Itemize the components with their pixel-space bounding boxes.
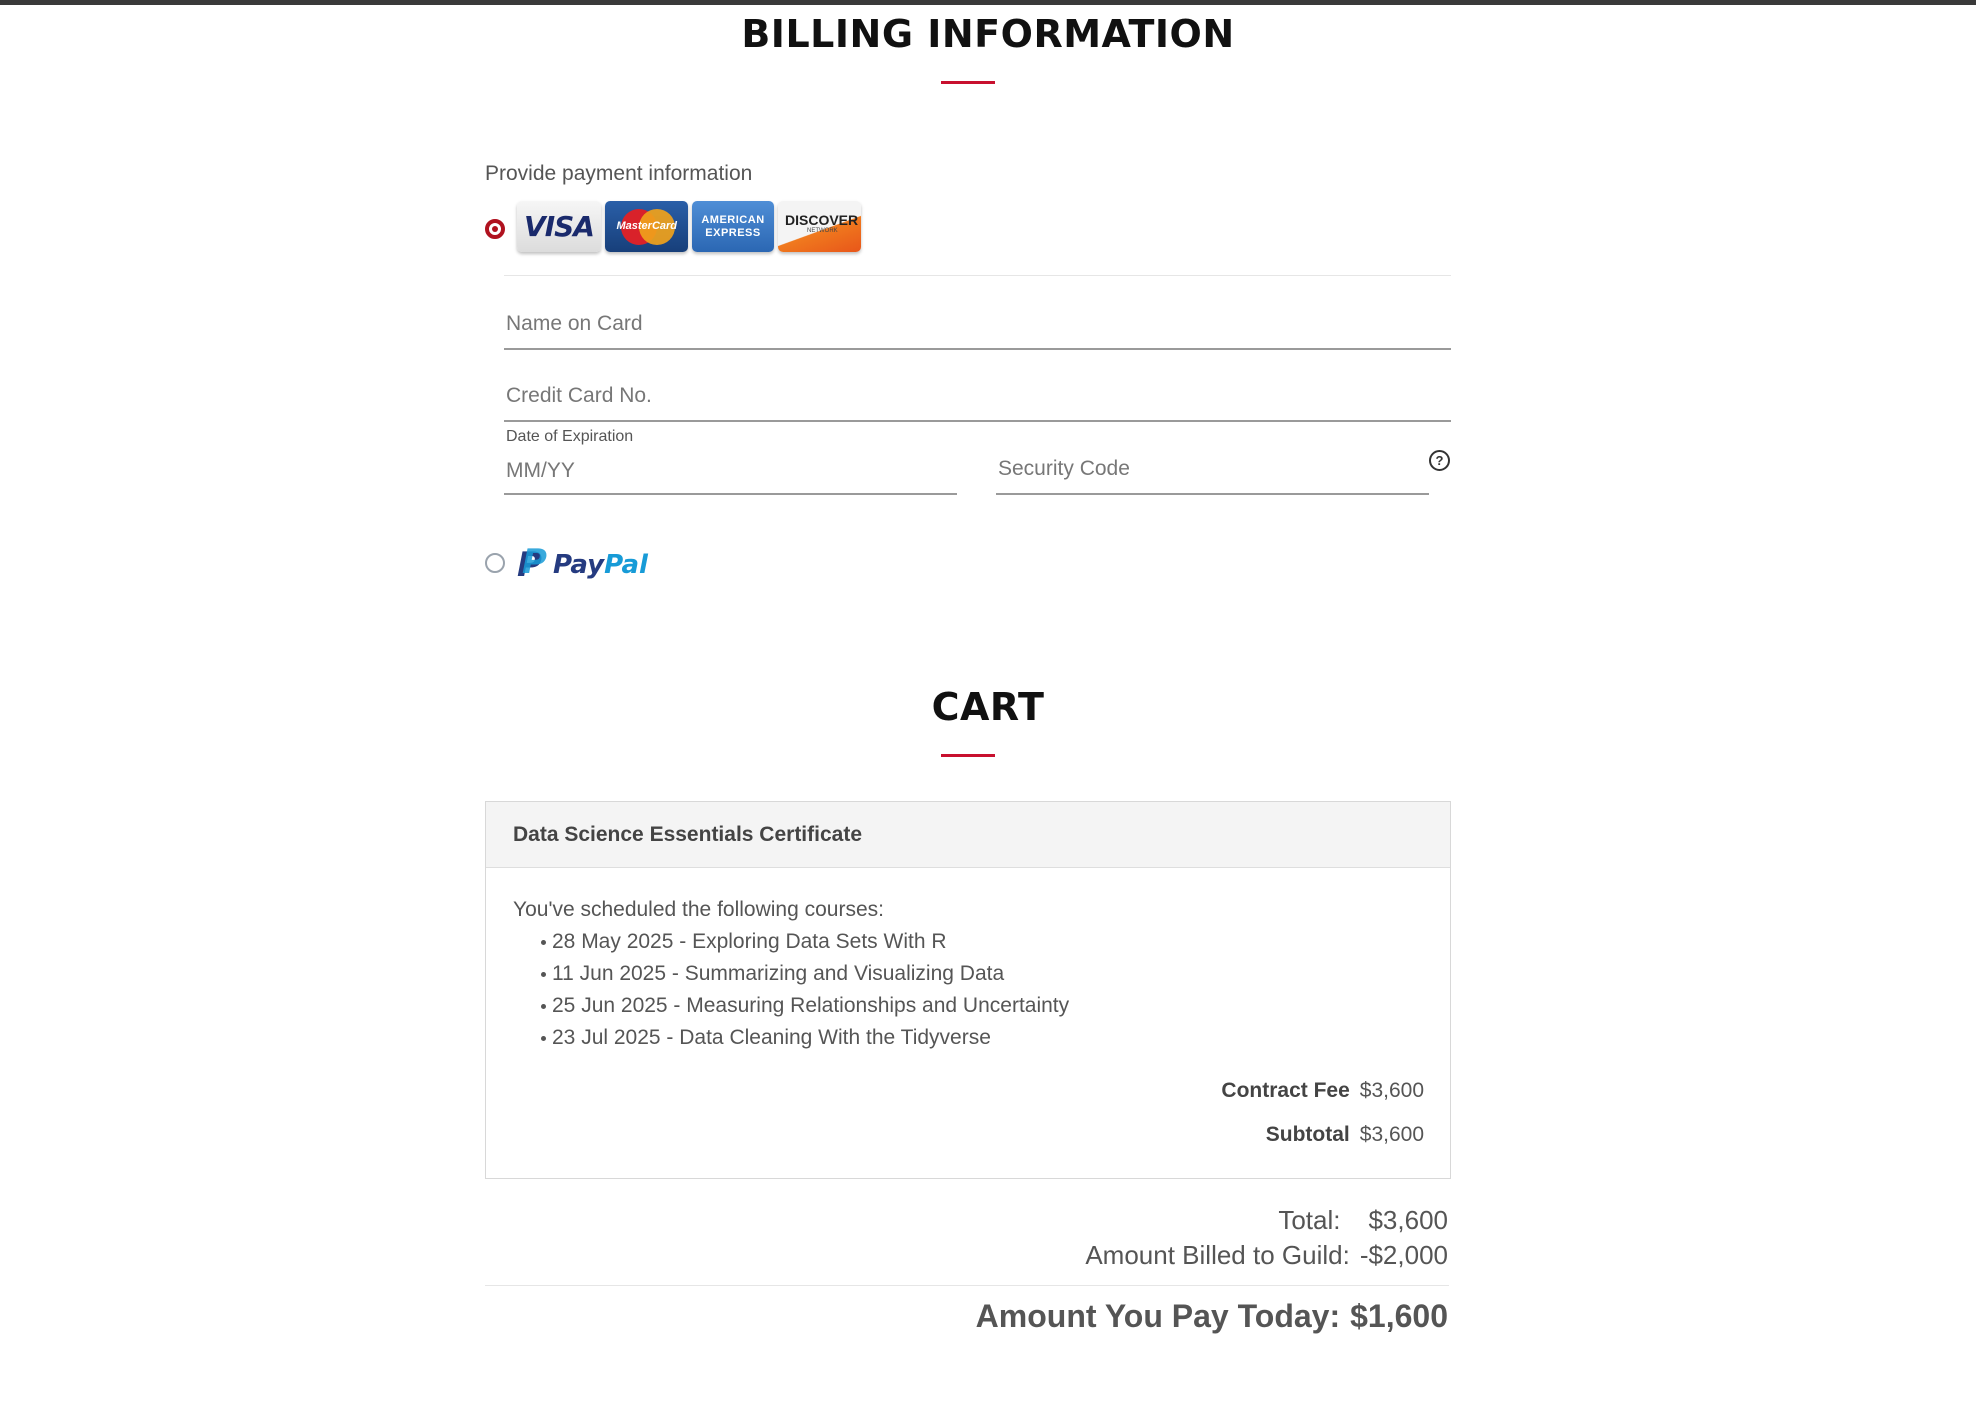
visa-logo: VISA (517, 201, 601, 252)
subtotal-value: $3,600 (1359, 1123, 1424, 1146)
pay-today-label: Amount You Pay Today: (975, 1298, 1341, 1334)
subtotal-row: Subtotal $3,600 (1266, 1123, 1424, 1147)
amex-logo: AMERICAN EXPRESS (692, 201, 774, 252)
contract-fee-row: Contract Fee $3,600 (1221, 1079, 1424, 1103)
mastercard-logo: MasterCard (605, 201, 688, 252)
contract-fee-label: Contract Fee (1221, 1079, 1350, 1102)
expiration-label: Date of Expiration (506, 428, 634, 445)
subtotal-label: Subtotal (1265, 1123, 1350, 1146)
provide-payment-label: Provide payment information (485, 162, 753, 185)
visa-text: VISA (524, 210, 595, 243)
discover-text: DISCOVER (785, 211, 859, 228)
course-list: 28 May 2025 - Exploring Data Sets With R… (513, 926, 1069, 1054)
security-code-input[interactable] (996, 444, 1429, 495)
total-value: $3,600 (1368, 1205, 1448, 1235)
paypal-logo[interactable]: P P PayPal (517, 542, 648, 585)
cart-title-accent (941, 754, 995, 757)
mastercard-circles: MasterCard (616, 208, 678, 245)
cart-item-title: Data Science Essentials Certificate (513, 823, 863, 846)
billing-title-accent (941, 81, 995, 84)
expiration-input[interactable] (504, 448, 957, 495)
cart-item-box: Data Science Essentials Certificate You'… (485, 801, 1451, 1179)
pay-today-row: Amount You Pay Today: $1,600 (976, 1298, 1448, 1335)
guild-billed-label: Amount Billed to Guild: (1085, 1240, 1350, 1270)
course-item: 11 Jun 2025 - Summarizing and Visualizin… (513, 958, 1069, 990)
billing-title: BILLING INFORMATION (741, 12, 1235, 56)
discover-logo: DISCOVER NETWORK (778, 201, 861, 252)
course-item: 25 Jun 2025 - Measuring Relationships an… (513, 990, 1069, 1022)
amex-text-bottom: EXPRESS (705, 226, 761, 239)
name-on-card-input[interactable] (504, 300, 1451, 350)
total-label: Total: (1278, 1205, 1341, 1235)
pay-today-value: $1,600 (1350, 1298, 1448, 1334)
amex-text-top: AMERICAN (701, 213, 765, 226)
credit-card-number-input[interactable] (504, 372, 1451, 422)
discover-network-text: NETWORK (807, 227, 838, 234)
cart-item-header: Data Science Essentials Certificate (486, 802, 1450, 868)
courses-intro: You've scheduled the following courses: (513, 898, 884, 921)
credit-card-radio[interactable] (485, 219, 505, 239)
help-icon[interactable]: ? (1429, 450, 1450, 471)
contract-fee-value: $3,600 (1359, 1079, 1424, 1102)
payment-divider (504, 275, 1451, 276)
paypal-radio[interactable] (485, 553, 505, 573)
course-item: 23 Jul 2025 - Data Cleaning With the Tid… (513, 1022, 1069, 1054)
mastercard-text: MasterCard (616, 219, 678, 232)
top-border (0, 0, 1976, 5)
paypal-wordmark: PayPal (553, 550, 648, 580)
paypal-mark-icon: P P (517, 542, 547, 585)
totals-divider (485, 1285, 1449, 1286)
total-row: Total: $3,600 (1278, 1205, 1448, 1236)
cart-title: CART (931, 685, 1045, 729)
guild-billed-value: -$2,000 (1359, 1240, 1448, 1270)
guild-billed-row: Amount Billed to Guild: -$2,000 (1085, 1240, 1448, 1271)
course-item: 28 May 2025 - Exploring Data Sets With R (513, 926, 1069, 958)
